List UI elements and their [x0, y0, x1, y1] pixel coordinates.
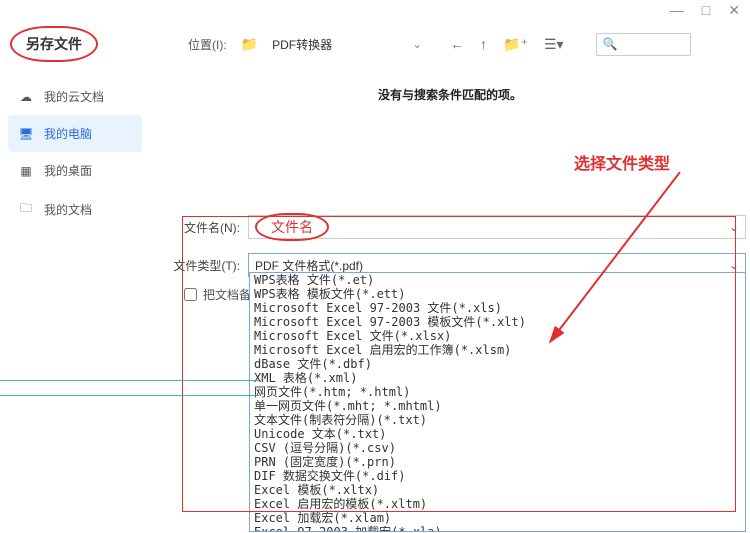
cloud-icon: ☁	[18, 90, 34, 104]
search-box[interactable]: 🔍	[596, 33, 691, 56]
filetype-label: 文件类型(T):	[170, 257, 240, 274]
close-button[interactable]: ✕	[728, 2, 740, 19]
monitor-icon: 🖥	[18, 127, 34, 141]
chevron-down-icon[interactable]: ⌄	[412, 37, 422, 51]
filetype-option[interactable]: WPS表格 文件(*.et)	[250, 273, 745, 287]
window-titlebar: — □ ✕	[0, 0, 750, 20]
back-button[interactable]: ←	[450, 36, 464, 53]
annotation-filetype: 选择文件类型	[574, 150, 670, 174]
filetype-option[interactable]: XML 表格(*.xml)	[250, 371, 745, 385]
filetype-dropdown[interactable]: WPS表格 文件(*.et)WPS表格 模板文件(*.ett)Microsoft…	[249, 272, 746, 532]
decor-line	[0, 395, 259, 396]
file-list-area: 没有与搜索条件匹配的项。	[150, 68, 750, 230]
sidebar-item-documents[interactable]: 🗀 我的文档	[0, 189, 150, 230]
filetype-option[interactable]: Excel 模板(*.xltx)	[250, 483, 745, 497]
search-input[interactable]	[624, 37, 684, 52]
folder-icon: 📁	[241, 36, 258, 53]
filetype-option[interactable]: CSV (逗号分隔)(*.csv)	[250, 441, 745, 455]
maximize-button[interactable]: □	[702, 2, 710, 18]
up-button[interactable]: ↑	[480, 36, 487, 53]
filetype-option[interactable]: Microsoft Excel 文件(*.xlsx)	[250, 329, 745, 343]
filetype-option[interactable]: 文本文件(制表符分隔)(*.txt)	[250, 413, 745, 427]
filename-label: 文件名(N):	[170, 219, 240, 236]
sidebar-item-desktop[interactable]: ▦ 我的桌面	[0, 152, 150, 189]
chevron-down-icon[interactable]: ⌄	[729, 258, 739, 272]
backup-checkbox[interactable]	[184, 288, 197, 301]
location-combo[interactable]: PDF转换器	[272, 36, 402, 53]
sidebar-item-label: 我的文档	[44, 201, 92, 218]
sidebar-item-my-computer[interactable]: 🖥 我的电脑	[8, 115, 142, 152]
filetype-option[interactable]: Microsoft Excel 97-2003 文件(*.xls)	[250, 301, 745, 315]
view-button[interactable]: ☰▾	[544, 36, 564, 53]
filetype-value: PDF 文件格式(*.pdf)	[255, 257, 363, 274]
filetype-option[interactable]: Microsoft Excel 97-2003 模板文件(*.xlt)	[250, 315, 745, 329]
filetype-option[interactable]: PRN (固定宽度)(*.prn)	[250, 455, 745, 469]
filetype-option[interactable]: Unicode 文本(*.txt)	[250, 427, 745, 441]
decor-line	[0, 380, 259, 381]
minimize-button[interactable]: —	[670, 2, 684, 18]
filetype-option[interactable]: DIF 数据交换文件(*.dif)	[250, 469, 745, 483]
filetype-option[interactable]: Excel 加载宏(*.xlam)	[250, 511, 745, 525]
sidebar: ☁ 我的云文档 🖥 我的电脑 ▦ 我的桌面 🗀 我的文档	[0, 68, 150, 230]
desktop-icon: ▦	[18, 164, 34, 178]
filename-input[interactable]: 文件名 ⌄	[248, 215, 746, 239]
filetype-option[interactable]: Excel 97-2003 加载宏(*.xla)	[250, 525, 745, 532]
search-icon: 🔍	[603, 37, 618, 51]
sidebar-item-cloud-docs[interactable]: ☁ 我的云文档	[0, 78, 150, 115]
dialog-header: 另存文件 位置(I): 📁 PDF转换器 ⌄ ← ↑ 📁⁺ ☰▾ 🔍	[0, 20, 750, 68]
folder-icon: 🗀	[18, 199, 34, 220]
sidebar-item-label: 我的电脑	[44, 125, 92, 142]
sidebar-item-label: 我的云文档	[44, 88, 104, 105]
filetype-option[interactable]: WPS表格 模板文件(*.ett)	[250, 287, 745, 301]
empty-message: 没有与搜索条件匹配的项。	[170, 86, 730, 103]
chevron-down-icon[interactable]: ⌄	[729, 220, 739, 234]
new-folder-button[interactable]: 📁⁺	[503, 36, 528, 53]
location-label: 位置(I):	[188, 36, 227, 53]
dialog-title: 另存文件	[10, 26, 98, 62]
filetype-option[interactable]: Microsoft Excel 启用宏的工作簿(*.xlsm)	[250, 343, 745, 357]
filetype-option[interactable]: 单一网页文件(*.mht; *.mhtml)	[250, 399, 745, 413]
filetype-option[interactable]: dBase 文件(*.dbf)	[250, 357, 745, 371]
annotation-filename: 文件名	[255, 213, 329, 241]
filetype-option[interactable]: Excel 启用宏的模板(*.xltm)	[250, 497, 745, 511]
filetype-option[interactable]: 网页文件(*.htm; *.html)	[250, 385, 745, 399]
sidebar-item-label: 我的桌面	[44, 162, 92, 179]
